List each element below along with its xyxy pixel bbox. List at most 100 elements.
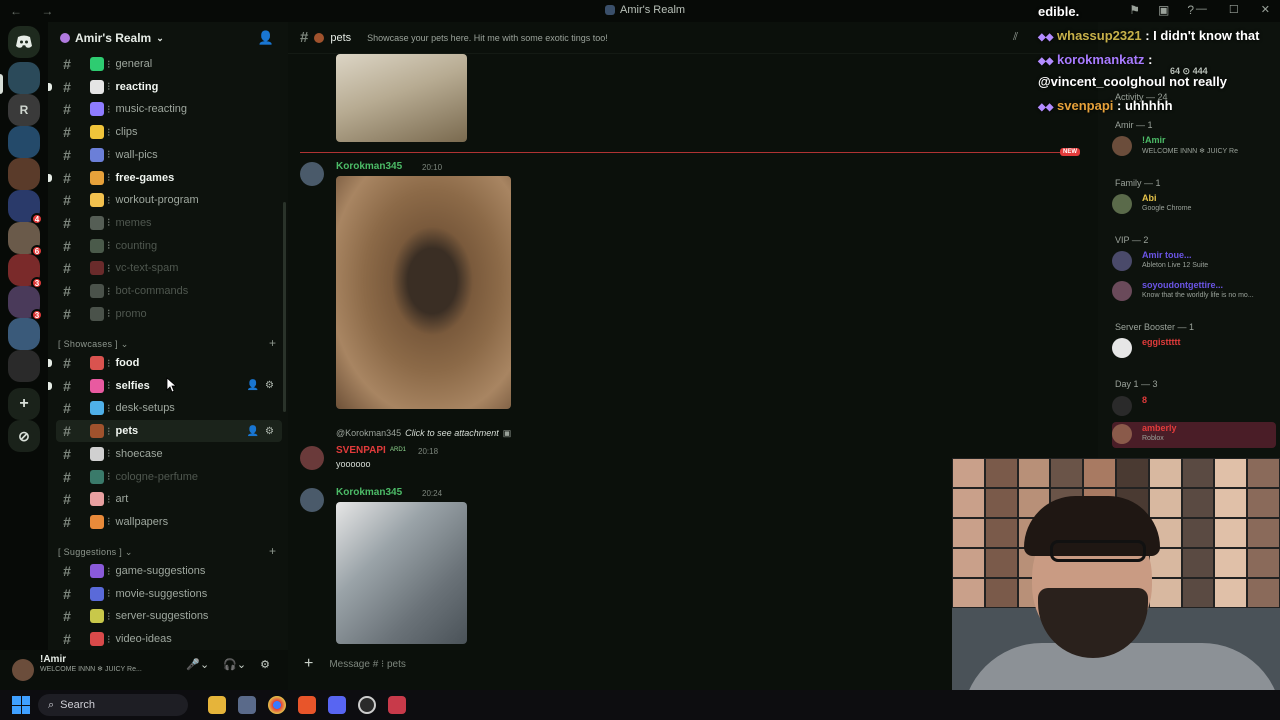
channel-reacting[interactable]: # ⁝ reacting [48,76,282,98]
image-attachment[interactable] [336,176,511,409]
member-item[interactable]: amberly Roblox [1112,422,1276,448]
calculator-icon[interactable] [238,696,256,714]
channel-pets[interactable]: # ⁝ pets 👤 ⚙ [56,420,282,443]
help-icon[interactable]: ? [1187,3,1194,17]
create-channel-icon[interactable]: + [269,544,276,558]
taskbar-search[interactable]: ⌕ Search [38,694,188,716]
channel-wall-pics[interactable]: # ⁝ wall-pics [56,144,282,166]
server-icon[interactable]: 3 [8,254,43,289]
explore-icon[interactable]: ⊘ [8,420,40,452]
avatar[interactable] [300,162,324,186]
add-server-icon[interactable]: + [8,388,40,420]
server-icon[interactable]: 6 [8,222,43,257]
channel-free-games[interactable]: # ⁝ free-games [48,167,282,189]
file-explorer-icon[interactable] [208,696,226,714]
create-channel-icon[interactable]: + [269,336,276,350]
mouse-cursor [166,377,178,396]
headphones-icon[interactable]: 🎧⌄ [223,658,246,671]
channel-counting[interactable]: # ⁝ counting [56,235,282,257]
server-icon[interactable] [8,126,40,158]
channel-workout-program[interactable]: # ⁝ workout-program [56,189,282,211]
unread-indicator [48,381,52,390]
app-icon[interactable] [388,696,406,714]
channel-general[interactable]: # ⁝ general [56,53,282,75]
avatar[interactable] [300,488,324,512]
discord-home-icon[interactable] [8,26,40,58]
message-author[interactable]: Korokman345 [336,161,402,172]
channel-cologne-perfume[interactable]: # ⁝ cologne-perfume [56,466,282,488]
history-nav[interactable]: ← → [10,4,61,18]
server-icon-amirs-realm[interactable] [8,62,40,94]
member-item[interactable]: eggisttttt [1112,336,1276,362]
server-icon-r[interactable]: R [8,94,40,126]
new-messages-divider [300,152,1080,153]
member-item[interactable]: 8 [1112,394,1276,420]
server-header[interactable]: Amir's Realm ⌄ 👤 [48,22,288,54]
channel-desk-setups[interactable]: # ⁝ desk-setups [56,397,282,419]
message-input[interactable]: Message # ⁝ pets [329,659,406,670]
brave-icon[interactable] [298,696,316,714]
category-suggestions[interactable]: [ Suggestions ] ⌄ [58,547,133,558]
server-icon[interactable] [8,318,40,350]
member-item[interactable]: Amir toue... Ableton Live 12 Suite [1112,249,1276,275]
image-attachment[interactable] [336,54,467,142]
collage-tile [1181,578,1215,608]
settings-gear-icon[interactable]: ⚙ [260,658,270,671]
category-showcases[interactable]: [ Showcases ] ⌄ [58,339,129,350]
channel-art[interactable]: # ⁝ art [56,488,282,510]
server-icon[interactable] [8,350,40,382]
category-label: [ Suggestions ] [58,547,123,557]
channel-clips[interactable]: # ⁝ clips [56,121,282,143]
reply-mention[interactable]: @Korokman345 [336,428,401,439]
channel-server-suggestions[interactable]: # ⁝ server-suggestions [56,605,282,627]
windows-start-icon[interactable] [12,696,30,714]
discord-taskbar-icon[interactable] [328,696,346,714]
scrollbar[interactable] [283,202,286,412]
hash-icon: # [63,585,71,602]
gear-icon[interactable]: ⚙ [265,426,274,437]
channel-music-reacting[interactable]: # ⁝ music-reacting [56,98,282,120]
channel-wallpapers[interactable]: # ⁝ wallpapers [56,511,282,533]
server-icon[interactable]: 3 [8,286,43,321]
image-attachment[interactable] [336,502,467,644]
invite-icon[interactable]: 👤 [247,380,259,391]
channel-vc-text-spam[interactable]: # ⁝ vc-text-spam [56,257,282,279]
server-icon[interactable] [8,158,40,190]
message-author[interactable]: SVENPAPI [336,445,386,456]
window-controls: — ☐ ✕ [1196,3,1270,16]
add-attachment-icon[interactable]: + [304,655,313,673]
gear-icon[interactable]: ⚙ [265,380,274,391]
invite-icon[interactable]: 👤 [258,30,274,46]
channel-label: music-reacting [115,103,188,116]
member-item[interactable]: !Amir WELCOME INNN ❄ JUICY Re [1112,134,1276,160]
channel-promo[interactable]: # ⁝ promo [56,303,282,325]
chrome-icon[interactable] [268,696,286,714]
separator: ⁝ [107,285,111,298]
member-item[interactable]: Abi Google Chrome [1112,192,1276,218]
channel-bot-commands[interactable]: # ⁝ bot-commands [56,280,282,302]
server-icon[interactable]: 4 [8,190,43,225]
channel-food[interactable]: # ⁝ food [48,352,282,374]
close-button[interactable]: ✕ [1261,3,1270,16]
microphone-icon[interactable]: 🎤⌄ [186,658,209,671]
hash-icon: # [63,563,71,579]
channel-shoecase[interactable]: # ⁝ shoecase [56,443,282,465]
channel-video-ideas[interactable]: # ⁝ video-ideas [56,628,282,650]
invite-icon[interactable]: 👤 [247,426,259,437]
minimize-button[interactable]: — [1196,3,1207,16]
avatar[interactable] [300,446,324,470]
channel-emoji-icon [90,215,104,230]
reply-reference[interactable]: @Korokman345 Click to see attachment ▣ [336,428,511,439]
channel-movie-suggestions[interactable]: # ⁝ movie-suggestions [56,583,282,605]
channel-memes[interactable]: # ⁝ memes [56,212,282,234]
message-author[interactable]: Korokman345 [336,487,402,498]
obs-icon[interactable] [358,696,376,714]
avatar[interactable] [12,659,34,681]
collage-tile [984,458,1018,488]
maximize-button[interactable]: ☐ [1229,3,1239,16]
flag-icon[interactable]: ⚑ [1129,3,1140,17]
threads-icon[interactable]: ⫽ [1013,31,1018,44]
window-icon[interactable]: ▣ [1158,3,1169,17]
member-item[interactable]: soyoudontgettire... Know that the worldl… [1112,279,1276,305]
channel-game-suggestions[interactable]: # ⁝ game-suggestions [56,560,282,582]
